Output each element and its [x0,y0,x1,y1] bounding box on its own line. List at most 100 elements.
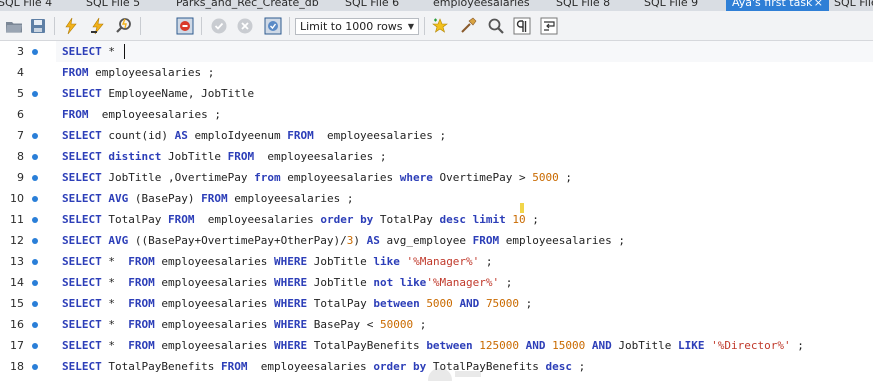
close-icon[interactable]: × [814,0,823,11]
line-number: 18 [10,360,24,373]
statement-marker-icon[interactable] [32,49,38,55]
code-line[interactable]: 14 SELECT * FROM employeesalaries WHERE J… [0,272,873,293]
statement-marker-icon[interactable] [32,196,38,202]
tab-sql-file-5[interactable]: SQL File 5 [86,0,140,11]
toolbar-divider [424,17,425,35]
sql-keyword: SELECT [62,129,102,142]
wrap-icon[interactable] [540,17,558,35]
sql-text: ; [479,255,493,268]
statement-marker-icon[interactable] [32,91,38,97]
sql-text: employeesalaries [154,255,274,268]
code-line[interactable]: 13 SELECT * FROM employeesalaries WHERE J… [0,251,873,272]
sql-string: '%Manager%' [406,255,480,268]
sql-keyword: where [399,171,433,184]
code-line[interactable]: 3 SELECT * [0,41,873,62]
sql-text: count(id) [101,129,175,142]
statement-marker-icon[interactable] [32,343,38,349]
code-line[interactable]: 7 SELECT count(id) AS emploIdyeenum FROM … [0,125,873,146]
code-line[interactable]: 4 FROM employeesalaries ; [0,62,873,83]
stop-toggle-icon[interactable] [176,17,194,35]
tab-sql-file-8[interactable]: SQL File 8 [556,0,610,11]
line-number: 7 [17,129,24,142]
sql-text: TotalPayBenefits [307,339,427,352]
statement-marker-icon[interactable] [32,217,38,223]
sql-number: 125000 [479,339,520,352]
statement-marker-icon[interactable] [32,280,38,286]
code-line[interactable]: 15 SELECT * FROM employeesalaries WHERE T… [0,293,873,314]
tab-ayas-first-task[interactable]: Aya's first task × [726,0,829,11]
statement-marker-icon[interactable] [32,301,38,307]
statement-marker-icon[interactable] [32,154,38,160]
statement-marker-icon[interactable] [32,259,38,265]
sql-keyword: AVG [108,234,129,247]
tab-label: SQL File 5 [86,0,141,9]
statement-marker-icon[interactable] [32,133,38,139]
line-number: 15 [10,297,24,310]
sql-text: * [101,339,129,352]
sql-text: TotalPay [373,213,440,226]
code-line[interactable]: 6 FROM employeesalaries ; [0,104,873,125]
tab-sql-file[interactable]: SQL File [834,0,873,11]
execute-current-icon[interactable] [89,17,107,35]
explain-icon[interactable] [115,17,133,35]
code-line[interactable]: 11 SELECT TotalPay FROM employeesalaries … [0,209,873,230]
find-icon[interactable] [487,17,505,35]
statement-marker-icon[interactable] [32,322,38,328]
toolbar-divider [140,17,141,35]
code-line[interactable]: 16 SELECT * FROM employeesalaries WHERE B… [0,314,873,335]
commit-icon[interactable] [210,17,228,35]
sql-keyword: WHERE [273,276,308,289]
line-number: 17 [10,339,24,352]
sql-text: ; [790,339,804,352]
tab-label: SQL File 6 [345,0,400,9]
line-number: 12 [10,234,24,247]
code-text: SELECT * FROM employeesalaries WHERE Tot… [62,293,532,314]
tab-label: SQL File 9 [644,0,699,9]
code-text: SELECT JobTitle ,OvertimePay from employ… [62,167,572,188]
rollback-icon[interactable] [236,17,254,35]
code-line[interactable]: 5 SELECT EmployeeName, JobTitle [0,83,873,104]
editor-tab-bar: SQL File 4 SQL File 5 Parks_and_Rec_Crea… [0,0,873,11]
add-snippet-icon[interactable] [431,17,449,35]
sql-keyword: WHERE [273,318,308,331]
sql-text: * [101,276,129,289]
code-text: SELECT TotalPay FROM employeesalaries or… [62,209,539,230]
open-folder-icon[interactable] [5,17,23,35]
beautify-icon[interactable] [459,17,477,35]
execute-icon[interactable] [62,17,80,35]
statement-marker-icon[interactable] [32,364,38,370]
code-line[interactable]: 10 SELECT AVG (BasePay) FROM employeesala… [0,188,873,209]
sql-editor[interactable]: 3 SELECT * 4 FROM employeesalaries ; 5 SELECT… [0,41,873,381]
statement-marker-icon[interactable] [32,175,38,181]
tab-sql-file-6[interactable]: SQL File 6 [345,0,399,11]
tab-sql-file-9[interactable]: SQL File 9 [644,0,698,11]
invisible-chars-icon[interactable] [513,17,531,35]
sql-keyword: FROM [472,234,500,247]
sql-keyword: AND [525,339,546,352]
sql-keyword: FROM [287,129,314,142]
sql-text: employeesalaries ; [88,108,221,121]
code-line[interactable]: 8 SELECT distinct JobTitle FROM employees… [0,146,873,167]
sql-text: employeesalaries ; [88,66,215,79]
sql-keyword: desc [545,360,573,373]
sql-text: employeesalaries [280,171,400,184]
sql-keyword: SELECT [62,87,102,100]
save-icon[interactable] [29,17,47,35]
tab-employeesalaries[interactable]: employeesalaries [433,0,530,11]
tab-parks-and-rec[interactable]: Parks_and_Rec_Create_db [176,0,319,11]
sql-text: employeesalaries ; [499,234,625,247]
code-text: SELECT TotalPayBenefits FROM employeesal… [62,356,585,377]
limit-rows-select[interactable]: Limit to 1000 rows ▼ [295,18,419,35]
code-text: SELECT AVG ((BasePay+OvertimePay+OtherPa… [62,230,625,251]
code-line[interactable]: 17 SELECT * FROM employeesalaries WHERE T… [0,335,873,356]
tab-label: Parks_and_Rec_Create_db [176,0,319,9]
code-line[interactable]: 12 SELECT AVG ((BasePay+OvertimePay+Other… [0,230,873,251]
code-line[interactable]: 9 SELECT JobTitle ,OvertimePay from emplo… [0,167,873,188]
toolbar-divider [54,17,55,35]
autocommit-icon[interactable] [264,17,282,35]
tab-sql-file-4[interactable]: SQL File 4 [0,0,52,11]
statement-marker-icon[interactable] [32,238,38,244]
line-number: 5 [17,87,24,100]
